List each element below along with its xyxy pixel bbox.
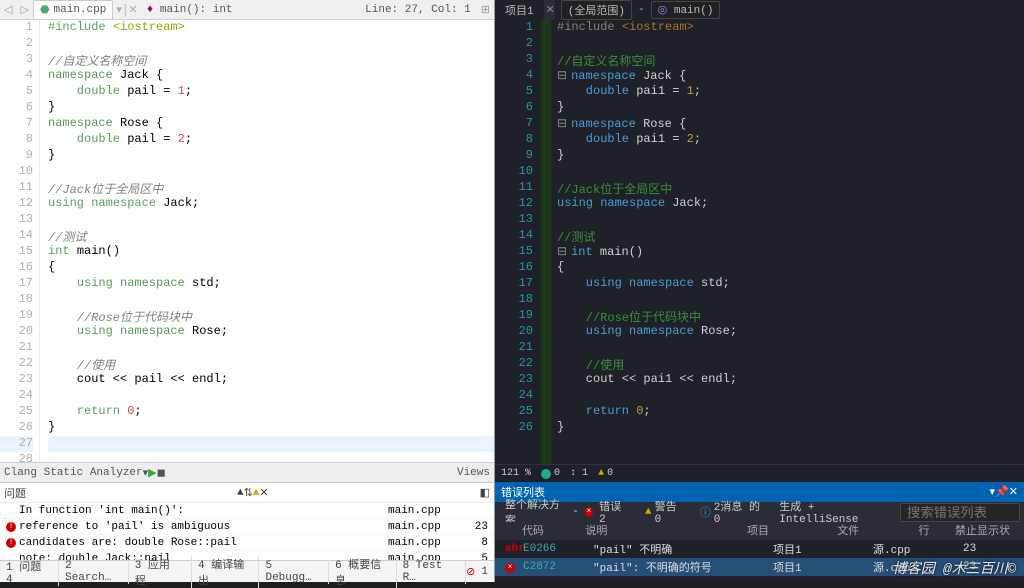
warn-icon[interactable]: ▲ bbox=[253, 487, 260, 499]
problem-row[interactable]: In function 'int main()':main.cpp bbox=[0, 503, 494, 519]
clear-icon[interactable]: ✕ bbox=[259, 486, 268, 500]
split-btn[interactable]: ⊞ bbox=[477, 3, 494, 17]
col-code[interactable]: 代码 bbox=[518, 522, 581, 540]
status-tab-5[interactable]: 5 Debugg… bbox=[259, 560, 329, 584]
file-tab[interactable]: ⬣ main.cpp bbox=[33, 0, 113, 20]
analyzer-bar: Clang Static Analyzer ▾ ▶ ◼ Views bbox=[0, 462, 494, 482]
issues-indicator[interactable]: 0 bbox=[541, 468, 560, 479]
problem-row[interactable]: !reference to 'pail' is ambiguousmain.cp… bbox=[0, 519, 494, 535]
col-file[interactable]: 文件 bbox=[833, 522, 914, 540]
right-editor-status: 121 % 0 ↕ 1 ▲0 bbox=[495, 464, 1024, 482]
error-count-icon[interactable]: ⊘ bbox=[466, 565, 475, 579]
views-label[interactable]: Views bbox=[457, 467, 490, 479]
change-margin bbox=[541, 20, 551, 464]
status-tab-4[interactable]: 4 编译输出 bbox=[192, 556, 259, 588]
collapse-icon[interactable]: ◧ bbox=[480, 486, 490, 500]
error-row[interactable]: abrE0266"pail" 不明确项目1源.cpp23 bbox=[495, 540, 1024, 558]
left-editor-pane: ◁ ▷ ⬣ main.cpp ▾│✕ ♦ main(): int Line: 2… bbox=[0, 0, 495, 582]
run-icon[interactable]: ▶ bbox=[148, 466, 156, 480]
warn-indicator[interactable]: ▲0 bbox=[598, 468, 613, 479]
close-project-tab[interactable]: ✕ bbox=[546, 3, 555, 17]
filter-icon[interactable]: ▲ bbox=[237, 487, 244, 499]
sort-icon[interactable]: ⇅ bbox=[244, 486, 253, 500]
cpp-icon: ⬣ bbox=[40, 3, 50, 17]
problems-title: 问题 bbox=[4, 485, 26, 501]
close-panel-icon[interactable]: ✕ bbox=[1009, 485, 1018, 499]
right-editor-pane: 项目1 ✕ (全局范围) - ◎ main() 123 456 789 1011… bbox=[495, 0, 1024, 582]
col-desc[interactable]: 说明 bbox=[581, 522, 743, 540]
left-gutter: 123 4▾56 7▾89 101112 1314 15▾16▾ 171819 … bbox=[0, 20, 40, 462]
pin-icon[interactable]: 📌 bbox=[995, 485, 1009, 499]
caret-indicator: ↕ 1 bbox=[570, 468, 588, 479]
status-tab-2[interactable]: 2 Search… bbox=[59, 560, 129, 584]
status-tab-3[interactable]: 3 应用程… bbox=[129, 556, 192, 588]
func-dropdown[interactable]: ◎ main() bbox=[651, 1, 721, 19]
close-tab[interactable]: ▾│✕ bbox=[113, 3, 140, 17]
problems-body[interactable]: In function 'int main()':main.cpp!refere… bbox=[0, 503, 494, 560]
problem-row[interactable]: !candidates are: double Rose::pailmain.c… bbox=[0, 535, 494, 551]
cursor-position: Line: 27, Col: 1 bbox=[359, 4, 477, 16]
error-rows[interactable]: abrE0266"pail" 不明确项目1源.cpp23×C2872"pail"… bbox=[495, 540, 1024, 582]
left-code-editor[interactable]: 123 4▾56 7▾89 101112 1314 15▾16▾ 171819 … bbox=[0, 20, 494, 462]
right-gutter: 123 456 789 101112 131415 161718 192021 … bbox=[495, 20, 541, 464]
problems-panel: 问题 ▲ ⇅ ▲ ✕ ◧ In function 'int main()':ma… bbox=[0, 482, 494, 560]
scope-dropdown[interactable]: (全局范围) bbox=[561, 0, 632, 20]
left-status-bar: 1 问题 4 2 Search… 3 应用程… 4 编译输出 5 Debugg…… bbox=[0, 560, 494, 582]
analyzer-label: Clang Static Analyzer bbox=[4, 467, 143, 479]
right-code-editor[interactable]: 123 456 789 101112 131415 161718 192021 … bbox=[495, 20, 1024, 464]
right-tabs: 项目1 ✕ (全局范围) - ◎ main() bbox=[495, 0, 1024, 20]
project-tab[interactable]: 项目1 bbox=[495, 0, 544, 20]
status-tab-1[interactable]: 1 问题 4 bbox=[0, 558, 59, 586]
left-toolbar: ◁ ▷ ⬣ main.cpp ▾│✕ ♦ main(): int Line: 2… bbox=[0, 0, 494, 20]
stop-icon[interactable]: ◼ bbox=[157, 466, 166, 480]
error-row[interactable]: ×C2872"pail": 不明确的符号项目1源.cpp23 bbox=[495, 558, 1024, 576]
error-search-input[interactable] bbox=[900, 503, 1020, 522]
project-tab-label: 项目1 bbox=[505, 2, 534, 18]
error-list-panel: 错误列表 ▾ 📌 ✕ 整个解决方案- ×错误 2 ▲警告 0 ⓘ2消息 的 0 … bbox=[495, 482, 1024, 582]
nav-back[interactable]: ◁ bbox=[0, 3, 16, 17]
zoom-level[interactable]: 121 % bbox=[501, 468, 531, 479]
col-line[interactable]: 行 bbox=[914, 522, 951, 540]
left-code-body[interactable]: #include <iostream> //自定义名称空间 namespace … bbox=[40, 20, 494, 462]
col-suppress[interactable]: 禁止显示状态 bbox=[951, 522, 1018, 540]
error-count: 1 bbox=[475, 566, 494, 578]
status-tab-6[interactable]: 6 概要信息 bbox=[329, 556, 396, 588]
right-code-body[interactable]: #include <iostream> //自定义名称空间 ⊟namespace… bbox=[551, 20, 1024, 464]
status-tab-8[interactable]: 8 Test R… bbox=[397, 560, 467, 584]
file-tab-label: main.cpp bbox=[54, 4, 107, 16]
nav-fwd[interactable]: ▷ bbox=[16, 3, 32, 17]
breadcrumb-func[interactable]: ♦ main(): int bbox=[141, 4, 239, 16]
error-columns: 代码 说明 项目 文件 行 禁止显示状态 bbox=[495, 522, 1024, 540]
col-proj[interactable]: 项目 bbox=[743, 522, 833, 540]
